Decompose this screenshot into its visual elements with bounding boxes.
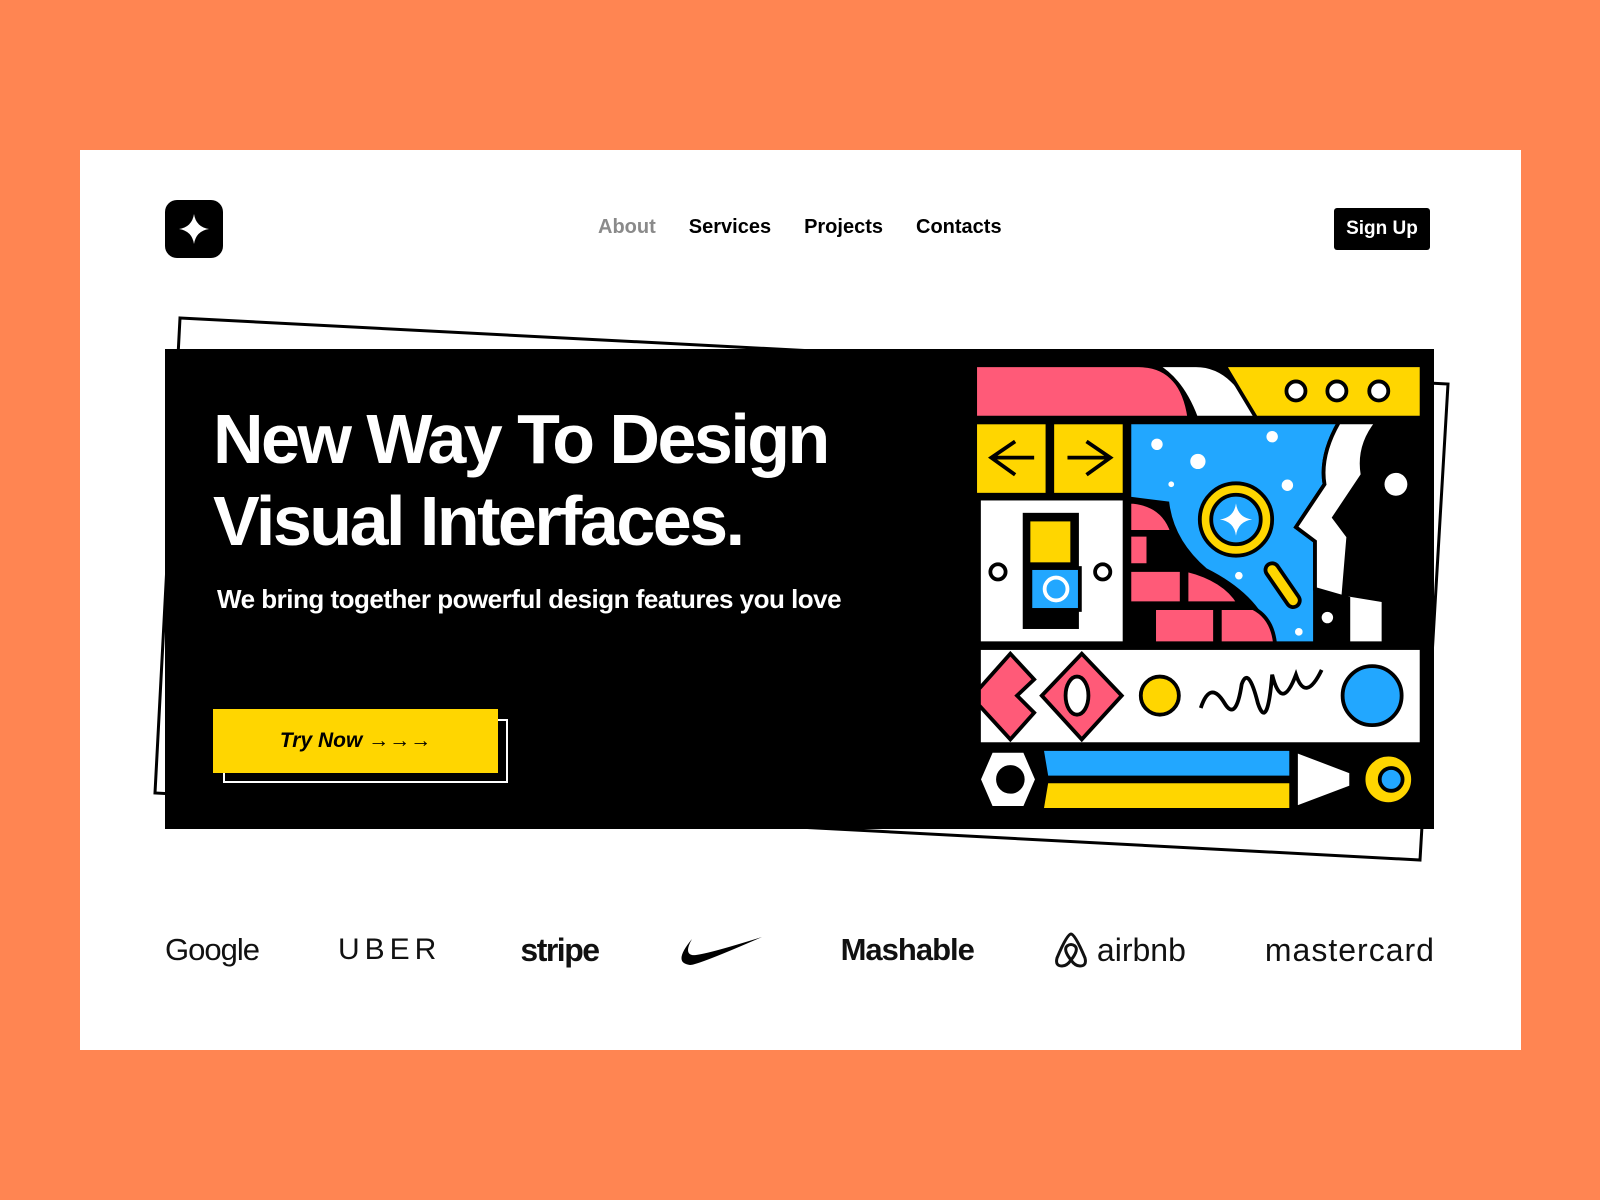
- nike-swoosh-logo: [681, 937, 762, 965]
- hero-illustration: [958, 351, 1434, 827]
- brand-google: Google: [165, 932, 260, 967]
- brand-mashable: Mashable: [840, 932, 975, 967]
- hero-title: New Way To Design Visual Interfaces.: [213, 398, 830, 562]
- hero-title-line-1: New Way To Design: [213, 400, 830, 478]
- airbnb-icon: [1054, 932, 1087, 968]
- brand-logos: Google UBER stripe Mashable airbnb maste…: [165, 930, 1435, 970]
- brand-mastercard: mastercard: [1264, 931, 1435, 968]
- brand-uber: UBER: [338, 933, 442, 966]
- brand-airbnb: airbnb: [1053, 930, 1186, 970]
- window-dots-icon: [1284, 379, 1391, 403]
- hero-subtitle: We bring together powerful design featur…: [217, 584, 842, 614]
- brand-airbnb-text: airbnb: [1096, 931, 1186, 968]
- brand-stripe: stripe: [520, 931, 600, 968]
- hero-title-line-2: Visual Interfaces.: [213, 482, 745, 560]
- try-now-button[interactable]: Try Now →→→: [213, 709, 498, 773]
